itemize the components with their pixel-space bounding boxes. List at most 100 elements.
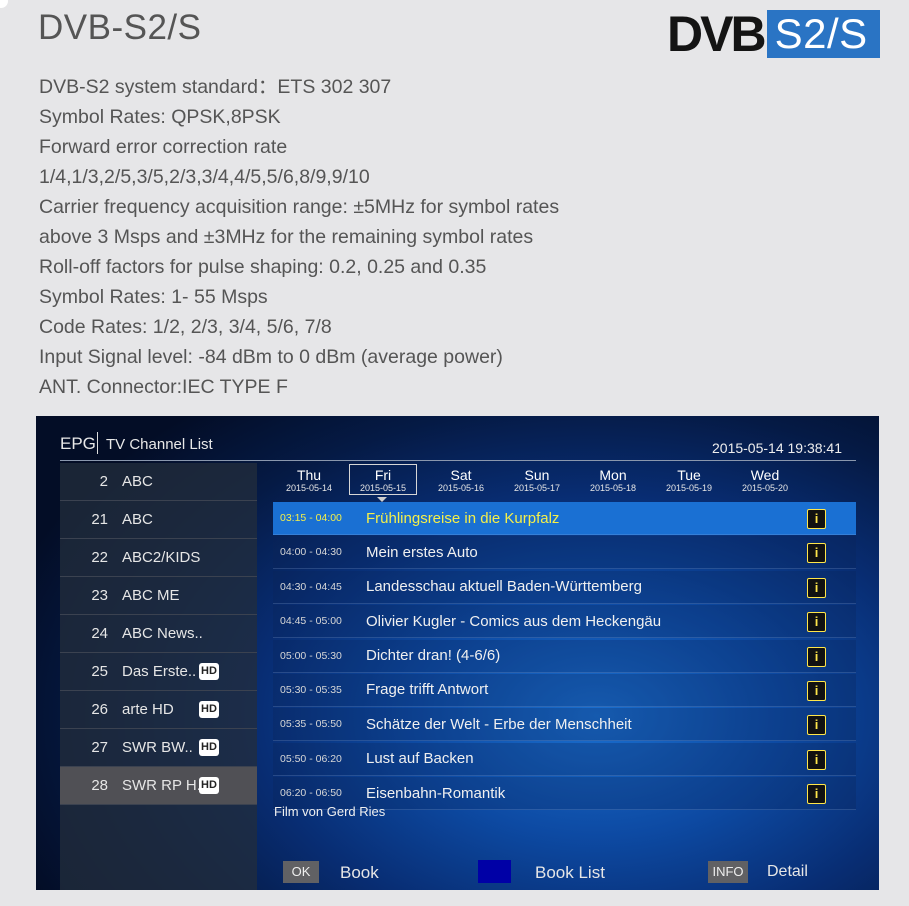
channel-name: SWR RP H.. bbox=[122, 777, 206, 794]
info-icon[interactable]: i bbox=[807, 612, 826, 633]
program-time: 05:50 - 06:20 bbox=[280, 752, 342, 765]
program-title: Eisenbahn-Romantik bbox=[366, 784, 506, 802]
spec-line: Symbol Rates: 1- 55 Msps bbox=[39, 286, 268, 308]
channel-item[interactable]: 27 SWR BW.. HD bbox=[60, 729, 257, 767]
spec-line: Code Rates: 1/2, 2/3, 3/4, 5/6, 7/8 bbox=[39, 316, 332, 338]
epg-label: EPG bbox=[60, 434, 96, 453]
day-tab[interactable]: Mon 2015-05-18 bbox=[580, 468, 646, 494]
info-icon[interactable]: i bbox=[807, 577, 826, 598]
program-list: 03:15 - 04:00 Frühlingsreise in die Kurp… bbox=[273, 502, 856, 812]
program-title: Schätze der Welt - Erbe der Menschheit bbox=[366, 715, 632, 733]
spec-line: Roll-off factors for pulse shaping: 0.2,… bbox=[39, 256, 487, 278]
info-icon[interactable]: i bbox=[807, 784, 826, 805]
corner-dot bbox=[0, 0, 8, 8]
program-row[interactable]: 05:50 - 06:20 Lust auf Backen i bbox=[273, 742, 856, 776]
spec-line: Symbol Rates: QPSK,8PSK bbox=[39, 106, 281, 128]
day-date: 2015-05-16 bbox=[437, 483, 485, 493]
program-row-selected[interactable]: 03:15 - 04:00 Frühlingsreise in die Kurp… bbox=[273, 502, 856, 535]
spec-line: ANT. Connector:IEC TYPE F bbox=[39, 376, 288, 398]
channel-name: ABC2/KIDS bbox=[122, 549, 201, 566]
day-name: Sun bbox=[524, 467, 550, 483]
day-name: Fri bbox=[374, 467, 392, 483]
spec-line: Input Signal level: -84 dBm to 0 dBm (av… bbox=[39, 346, 503, 368]
hd-badge: HD bbox=[199, 777, 219, 794]
info-key[interactable]: INFO bbox=[708, 861, 748, 883]
book-list-button[interactable]: Book List bbox=[535, 863, 605, 883]
channel-number: 22 bbox=[91, 549, 108, 566]
program-title: Landesschau aktuell Baden-Württemberg bbox=[366, 578, 642, 596]
day-date: 2015-05-15 bbox=[359, 483, 407, 493]
program-title: Dichter dran! (4-6/6) bbox=[366, 647, 501, 665]
spec-line: 1/4,1/3,2/5,3/5,2/3,3/4,4/5,5/6,8/9,9/10 bbox=[39, 166, 370, 188]
day-tab[interactable]: Wed 2015-05-20 bbox=[732, 468, 798, 494]
channel-item[interactable]: 23 ABC ME bbox=[60, 577, 257, 615]
program-title: Frühlingsreise in die Kurpfalz bbox=[366, 509, 560, 527]
day-date: 2015-05-20 bbox=[741, 483, 789, 493]
program-row[interactable]: 05:35 - 05:50 Schätze der Welt - Erbe de… bbox=[273, 708, 856, 742]
channel-item[interactable]: 22 ABC2/KIDS bbox=[60, 539, 257, 577]
channel-item[interactable]: 25 Das Erste.. HD bbox=[60, 653, 257, 691]
blue-key[interactable] bbox=[478, 860, 511, 883]
info-icon[interactable]: i bbox=[807, 680, 826, 701]
info-icon[interactable]: i bbox=[807, 543, 826, 564]
channel-item[interactable]: 26 arte HD HD bbox=[60, 691, 257, 729]
channel-number: 24 bbox=[91, 625, 108, 642]
info-icon[interactable]: i bbox=[807, 646, 826, 667]
program-title: Mein erstes Auto bbox=[366, 543, 478, 561]
info-icon[interactable]: i bbox=[807, 509, 826, 529]
program-row[interactable]: 04:30 - 04:45 Landesschau aktuell Baden-… bbox=[273, 570, 856, 604]
spec-line: Forward error correction rate bbox=[39, 136, 288, 158]
program-row[interactable]: 05:30 - 05:35 Frage trifft Antwort i bbox=[273, 673, 856, 707]
day-name: Mon bbox=[599, 467, 627, 483]
detail-button[interactable]: Detail bbox=[767, 863, 808, 881]
channel-name: ABC bbox=[122, 473, 153, 490]
spec-line: above 3 Msps and ±3MHz for the remaining… bbox=[39, 226, 534, 248]
ok-key[interactable]: OK bbox=[283, 861, 319, 883]
day-date: 2015-05-19 bbox=[665, 483, 713, 493]
header-divider bbox=[60, 460, 856, 461]
info-icon[interactable]: i bbox=[807, 715, 826, 736]
channel-list: 2 ABC 21 ABC 22 ABC2/KIDS 23 ABC ME 24 A… bbox=[60, 463, 257, 890]
program-time: 03:15 - 04:00 bbox=[280, 512, 342, 524]
channel-name: ABC News.. bbox=[122, 625, 203, 642]
hd-badge: HD bbox=[199, 701, 219, 718]
channel-number: 2 bbox=[99, 473, 108, 490]
channel-name: arte HD bbox=[122, 701, 174, 718]
channel-number: 28 bbox=[91, 777, 108, 794]
logo-dvb-text: DVB bbox=[667, 6, 767, 62]
info-icon[interactable]: i bbox=[807, 749, 826, 770]
day-name: Thu bbox=[296, 467, 322, 483]
hd-badge: HD bbox=[199, 663, 219, 680]
day-name: Wed bbox=[750, 467, 780, 483]
channel-item-selected[interactable]: 28 SWR RP H.. HD bbox=[60, 767, 257, 805]
day-name: Sat bbox=[450, 467, 472, 483]
program-row[interactable]: 04:45 - 05:00 Olivier Kugler - Comics au… bbox=[273, 605, 856, 639]
channel-item[interactable]: 2 ABC bbox=[60, 463, 257, 501]
day-tab[interactable]: Sun 2015-05-17 bbox=[504, 468, 570, 494]
day-date: 2015-05-17 bbox=[513, 483, 561, 493]
channel-number: 27 bbox=[91, 739, 108, 756]
day-tab[interactable]: Thu 2015-05-14 bbox=[276, 468, 342, 494]
day-selector: Thu 2015-05-14 Fri 2015-05-15 Sat 2015-0… bbox=[273, 464, 857, 498]
program-time: 04:30 - 04:45 bbox=[280, 580, 342, 593]
channel-item[interactable]: 24 ABC News.. bbox=[60, 615, 257, 653]
spec-line: DVB-S2 system standard：ETS 302 307 bbox=[39, 76, 392, 98]
day-tab[interactable]: Sat 2015-05-16 bbox=[428, 468, 494, 494]
program-row[interactable]: 05:00 - 05:30 Dichter dran! (4-6/6) i bbox=[273, 639, 856, 673]
day-tab-selected[interactable]: Fri 2015-05-15 bbox=[349, 464, 417, 495]
channel-item[interactable]: 21 ABC bbox=[60, 501, 257, 539]
program-description: Film von Gerd Ries bbox=[274, 804, 386, 819]
day-tab[interactable]: Tue 2015-05-19 bbox=[656, 468, 722, 494]
program-time: 04:00 - 04:30 bbox=[280, 546, 342, 559]
program-time: 05:35 - 05:50 bbox=[280, 718, 342, 731]
program-title: Lust auf Backen bbox=[366, 750, 474, 768]
channel-number: 23 bbox=[91, 587, 108, 604]
day-date: 2015-05-18 bbox=[589, 483, 637, 493]
logo-suffix-text: S2/S bbox=[766, 10, 880, 58]
program-time: 04:45 - 05:00 bbox=[280, 615, 342, 628]
spec-list: DVB-S2 system standard：ETS 302 307 Symbo… bbox=[39, 72, 559, 402]
day-name: Tue bbox=[677, 467, 701, 483]
book-button[interactable]: Book bbox=[340, 863, 379, 883]
channel-name: Das Erste.. bbox=[122, 663, 197, 680]
program-row[interactable]: 04:00 - 04:30 Mein erstes Auto i bbox=[273, 536, 856, 570]
